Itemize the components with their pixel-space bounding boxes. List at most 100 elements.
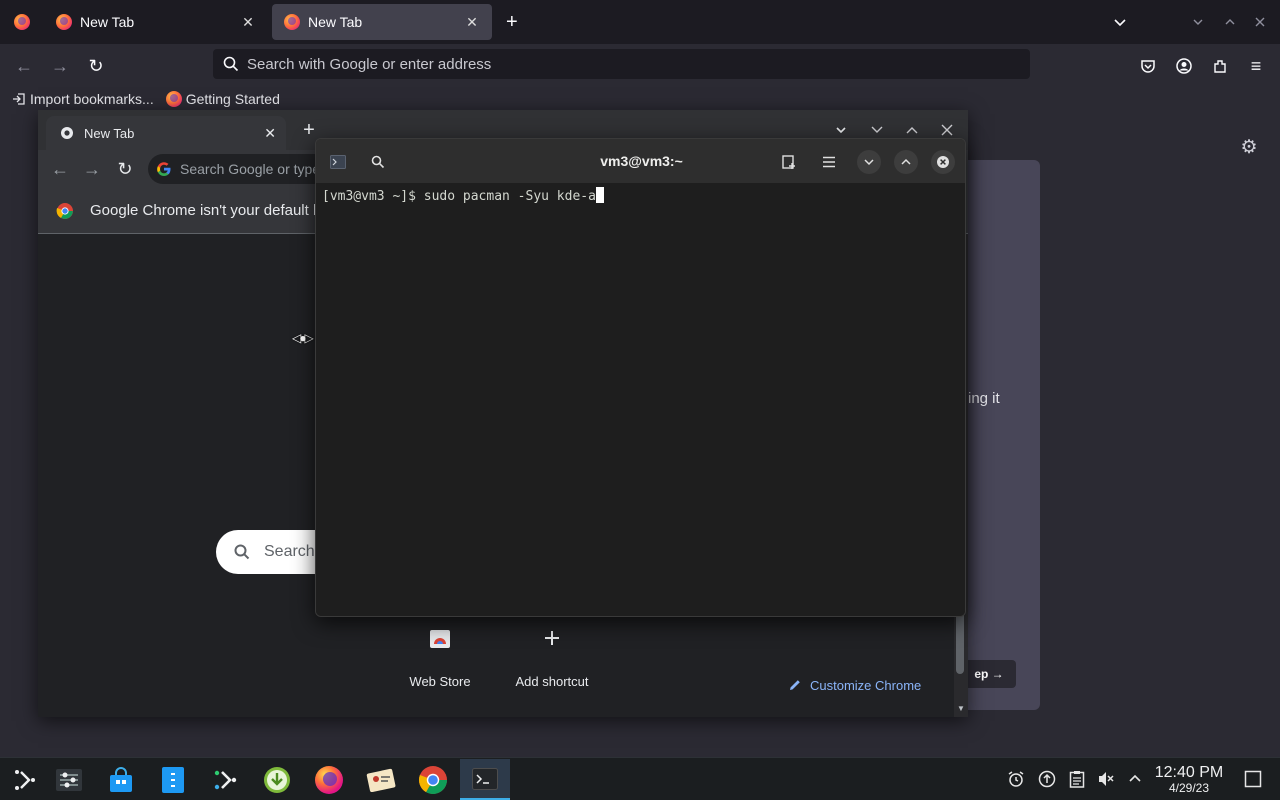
discover-store[interactable]: [96, 759, 146, 800]
show-hidden-icons-chevron-icon[interactable]: [1124, 768, 1146, 790]
contacts[interactable]: [356, 759, 406, 800]
terminal[interactable]: [460, 759, 510, 800]
back-arrow-icon[interactable]: ←: [10, 52, 38, 80]
close-window-icon[interactable]: [931, 150, 955, 174]
download-icon: [264, 766, 290, 793]
firefox-tab-bar: New Tab ✕ New Tab ✕ +: [0, 0, 1280, 44]
plus-icon: [532, 618, 572, 658]
extensions-icon[interactable]: [1206, 52, 1234, 80]
downloader[interactable]: [252, 759, 302, 800]
reload-icon[interactable]: ↻: [111, 155, 139, 183]
terminal-prompt: [vm3@vm3 ~]$: [322, 189, 424, 204]
forward-arrow-icon[interactable]: →: [46, 52, 74, 80]
firefox-icon: [56, 14, 72, 30]
minimize-icon[interactable]: [857, 150, 881, 174]
settings-sliders-icon: [56, 768, 82, 791]
onboarding-text: ing it: [968, 390, 1000, 407]
menu-hamburger-icon[interactable]: [817, 150, 841, 174]
firefox-icon: [315, 765, 343, 794]
kde-logo-icon: [214, 770, 237, 789]
shortcut-web-store[interactable]: Web Store: [385, 618, 495, 689]
firefox-tab[interactable]: New Tab ✕: [44, 4, 268, 40]
show-desktop-icon[interactable]: [1242, 768, 1264, 790]
contacts-card-icon: [366, 768, 396, 792]
back-arrow-icon[interactable]: ←: [46, 155, 74, 183]
google-g-icon: [157, 162, 171, 177]
terminal-output[interactable]: [vm3@vm3 ~]$ sudo pacman -Syu kde-a: [316, 183, 965, 616]
account-icon[interactable]: [1170, 52, 1198, 80]
clock-date[interactable]: 4/29/23: [1152, 781, 1226, 795]
bookmarks-toolbar: Import bookmarks... Getting Started: [0, 86, 1280, 112]
tab-title: New Tab: [308, 14, 363, 30]
firefox[interactable]: [304, 759, 354, 800]
firefox-nav-bar: ← → ↻ ≡: [0, 44, 1280, 86]
pocket-icon[interactable]: [1134, 52, 1162, 80]
new-tab-icon[interactable]: [777, 150, 801, 174]
application-launcher[interactable]: [0, 759, 50, 800]
system-settings[interactable]: [44, 759, 94, 800]
chrome-icon: [418, 765, 447, 794]
network-upload-icon[interactable]: [1036, 768, 1058, 790]
settings-gear-icon[interactable]: ⚙: [1238, 136, 1260, 158]
maximize-icon[interactable]: [1216, 8, 1244, 36]
bookmark-label: Getting Started: [185, 91, 280, 107]
chrome[interactable]: [408, 759, 458, 800]
firefox-icon: [284, 14, 300, 30]
close-tab-icon[interactable]: ✕: [462, 14, 482, 31]
launcher-icon: [15, 769, 35, 790]
chrome-tab[interactable]: New Tab ✕: [46, 116, 286, 150]
close-tab-icon[interactable]: ✕: [238, 14, 258, 31]
forward-arrow-icon[interactable]: →: [78, 155, 106, 183]
address-input[interactable]: [247, 55, 1007, 73]
onboarding-next-button[interactable]: ep →: [962, 660, 1016, 688]
chrome-logo-icon: [56, 202, 73, 219]
shortcut-add[interactable]: Add shortcut: [497, 618, 607, 689]
file-manager-icon: [162, 766, 184, 793]
firefox-icon: [14, 14, 30, 30]
alarm-clock-icon[interactable]: [1005, 768, 1027, 790]
taskbar: 12:40 PM 4/29/23: [0, 757, 1280, 800]
clipboard-icon[interactable]: [1066, 768, 1088, 790]
firefox-tab-active[interactable]: New Tab ✕: [272, 4, 492, 40]
kdeconnect[interactable]: [200, 759, 250, 800]
shortcut-label: Web Store: [409, 674, 471, 689]
firefox-url-bar[interactable]: [213, 49, 1030, 79]
maximize-icon[interactable]: [894, 150, 918, 174]
file-manager[interactable]: [148, 759, 198, 800]
new-tab-button[interactable]: +: [502, 4, 528, 40]
terminal-command: sudo pacman -Syu kde-a: [423, 189, 596, 204]
close-tab-icon[interactable]: ✕: [264, 125, 276, 142]
search-icon[interactable]: [366, 150, 390, 174]
new-tab-button[interactable]: +: [298, 119, 320, 141]
customize-label: Customize Chrome: [810, 677, 922, 693]
onboarding-panel: [960, 160, 1040, 710]
chrome-newtab-icon: [61, 127, 73, 139]
terminal-titlebar: vm3@vm3:~: [316, 139, 965, 183]
bookmark-import[interactable]: Import bookmarks...: [12, 91, 154, 107]
terminal-window: vm3@vm3:~ [vm3@vm3 ~]$ sudo pacman -Syu …: [315, 138, 966, 617]
search-icon: [234, 544, 250, 560]
reload-icon[interactable]: ↻: [82, 52, 110, 80]
scroll-down-arrow-icon[interactable]: ▼: [954, 704, 968, 716]
import-icon: [13, 93, 25, 105]
firefox-icon: [165, 91, 182, 107]
bookmark-getting-started[interactable]: Getting Started: [165, 91, 280, 107]
list-tabs-chevron-icon[interactable]: [1106, 8, 1134, 36]
pencil-icon: [790, 680, 800, 690]
clock-time[interactable]: 12:40 PM: [1152, 764, 1226, 782]
firefox-view-button[interactable]: [10, 4, 34, 40]
volume-muted-icon[interactable]: [1095, 768, 1117, 790]
shopping-bag-icon: [110, 766, 132, 792]
resize-cursor-icon: ◁●▷: [292, 331, 314, 345]
minimize-icon[interactable]: [1184, 8, 1212, 36]
web-store-icon: [420, 618, 460, 658]
text-cursor: [595, 187, 604, 203]
close-window-icon[interactable]: [1246, 8, 1274, 36]
bookmark-label: Import bookmarks...: [30, 91, 154, 107]
shortcut-label: Add shortcut: [515, 674, 589, 689]
tab-title: New Tab: [84, 125, 135, 141]
terminal-app-icon[interactable]: [326, 150, 350, 174]
customize-chrome-button[interactable]: Customize Chrome: [776, 672, 933, 698]
menu-hamburger-icon[interactable]: ≡: [1242, 52, 1270, 80]
terminal-icon: [472, 767, 498, 790]
